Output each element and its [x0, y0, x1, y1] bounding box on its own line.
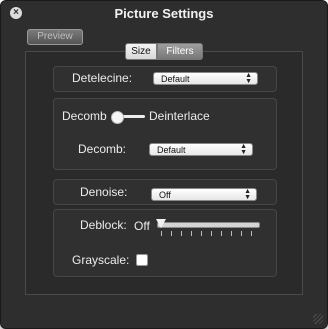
tab-filters[interactable]: Filters	[157, 43, 203, 60]
slider-tick	[241, 231, 242, 236]
denoise-label: Denoise:	[80, 185, 128, 199]
tab-bar: Size Filters	[125, 43, 203, 60]
picture-settings-window: × Picture Settings Preview Size Filters …	[0, 0, 328, 329]
preview-button[interactable]: Preview	[27, 29, 83, 45]
resize-grip-icon[interactable]	[313, 314, 323, 324]
select-arrows-icon: ▲ ▼	[244, 188, 251, 201]
decomb-toggle-left-label: Decomb	[62, 109, 107, 123]
detelecine-select[interactable]: Default ▲ ▼	[153, 72, 258, 85]
slider-tick	[181, 231, 182, 236]
denoise-select-value: Off	[159, 190, 171, 200]
grayscale-checkbox[interactable]	[136, 254, 148, 266]
deblock-value: Off	[134, 219, 150, 233]
slider-tick	[231, 231, 232, 236]
window-title: Picture Settings	[114, 6, 214, 21]
select-arrows-icon: ▲ ▼	[245, 72, 252, 85]
denoise-select[interactable]: Off ▲ ▼	[151, 188, 257, 201]
detelecine-select-value: Default	[161, 74, 190, 84]
slider-tick	[201, 231, 202, 236]
slider-tick	[211, 231, 212, 236]
decomb-select[interactable]: Default ▲ ▼	[149, 143, 253, 156]
grayscale-label: Grayscale:	[72, 253, 130, 267]
slider-tick	[191, 231, 192, 236]
title-bar: × Picture Settings	[1, 1, 327, 23]
decomb-label: Decomb:	[78, 142, 127, 156]
detelecine-label: Detelecine:	[72, 71, 133, 85]
decomb-select-value: Default	[157, 145, 186, 155]
decomb-toggle-right-label: Deinterlace	[149, 109, 210, 123]
deblock-label: Deblock:	[80, 218, 127, 232]
slider-tick	[171, 231, 172, 236]
deblock-slider-knob[interactable]	[156, 219, 166, 228]
select-arrows-icon: ▲ ▼	[240, 143, 247, 156]
decomb-deinterlace-toggle-knob[interactable]	[111, 111, 124, 124]
slider-tick	[221, 231, 222, 236]
slider-tick	[251, 231, 252, 236]
tab-size[interactable]: Size	[125, 43, 157, 60]
slider-tick	[161, 231, 162, 236]
deblock-slider-track[interactable]	[157, 222, 260, 228]
